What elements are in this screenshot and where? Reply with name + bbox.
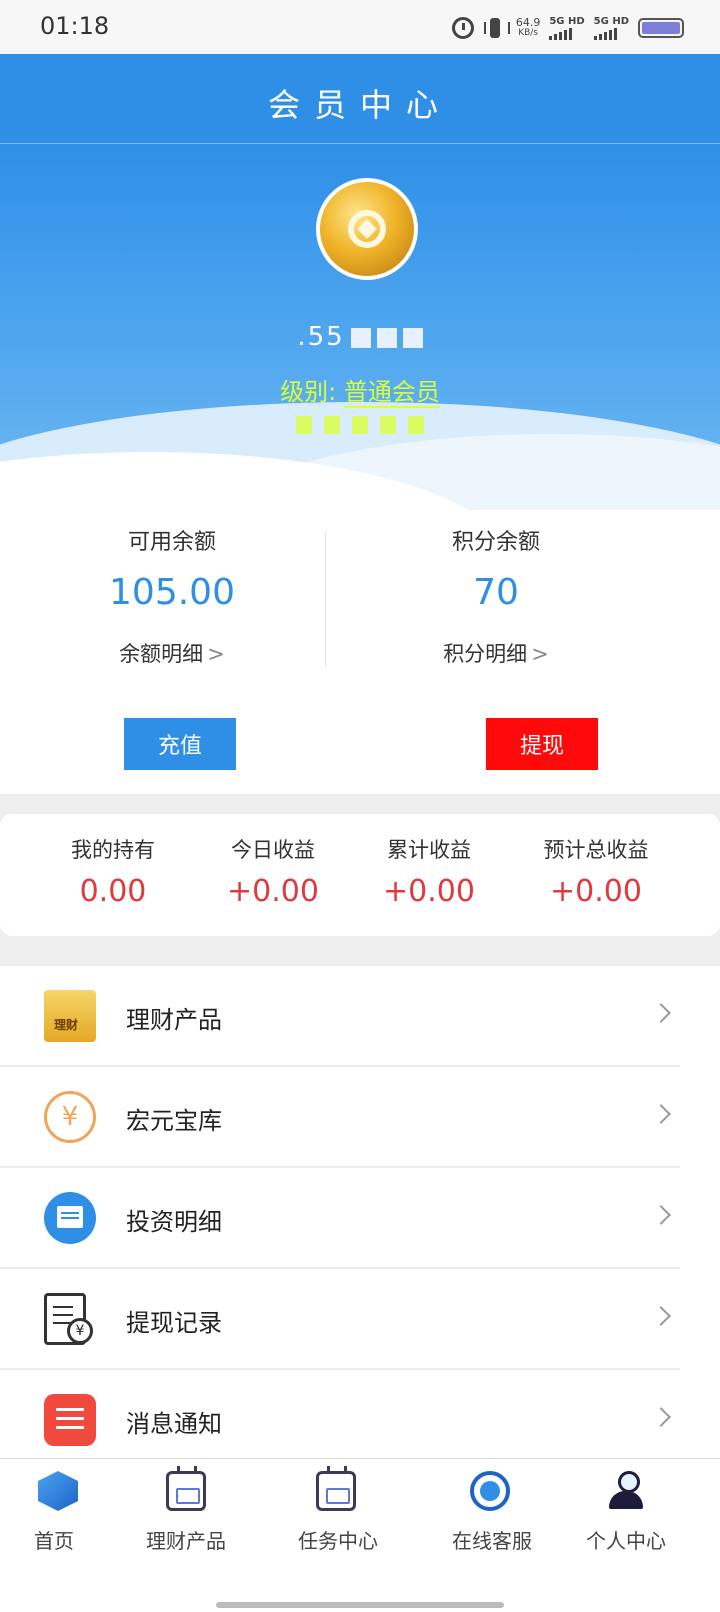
available-balance-value: 105.00 (109, 572, 235, 613)
earnings-value: +0.00 (550, 874, 642, 909)
sim2-label: 5G HD (593, 16, 629, 27)
logo-icon (348, 210, 386, 248)
earnings-value: +0.00 (227, 874, 319, 909)
withdraw-button[interactable]: 提现 (486, 718, 598, 770)
withdraw-record-icon-text: ¥ (67, 1318, 93, 1344)
sim1-signal: 5G HD (549, 16, 585, 40)
earnings-label: 我的持有 (71, 838, 155, 862)
status-icons: 64.9 KB/s 5G HD 5G HD (451, 14, 684, 42)
user-icon (606, 1471, 646, 1511)
menu-item-withdraw-records[interactable]: ¥ 提现记录 (0, 1269, 720, 1370)
points-balance-value: 70 (473, 572, 519, 613)
vibrate-icon (483, 16, 510, 40)
menu-list: 理财 理财产品 ¥ 宏元宝库 投资明细 ¥ 提现记录 消息通知 (0, 966, 720, 1458)
earnings-item-holdings: 我的持有 0.00 (28, 814, 198, 909)
bottom-nav: 首页 理财产品 任务中心 在线客服 个人中心 (0, 1458, 720, 1612)
chevron-right-icon: > (207, 642, 225, 666)
chevron-right-icon (651, 1003, 671, 1023)
redacted-block (350, 327, 371, 348)
earnings-value: 0.00 (79, 874, 147, 909)
menu-item-financial-products[interactable]: 理财 理财产品 (0, 966, 720, 1067)
network-speed-unit: KB/s (518, 28, 538, 38)
nav-item-label: 在线客服 (452, 1529, 532, 1553)
earnings-item-cumulative: 累计收益 +0.00 (344, 814, 514, 909)
member-level: 级别: 普通会员 (0, 372, 720, 408)
chevron-right-icon (651, 1205, 671, 1225)
nav-item-label: 首页 (34, 1529, 74, 1553)
battery-icon (638, 18, 684, 38)
message-list-icon (44, 1394, 96, 1446)
network-speed-value: 64.9 (515, 16, 541, 29)
available-balance-label: 可用余额 (127, 530, 216, 555)
points-detail-label: 积分明细 (443, 642, 528, 666)
username: .55 (0, 322, 720, 352)
piggy-bank-icon-text: 理财 (54, 1018, 79, 1032)
wallet-icon (44, 1192, 96, 1244)
alarm-icon (451, 17, 474, 39)
menu-item-label: 理财产品 (126, 1006, 222, 1034)
menu-item-label: 投资明细 (126, 1208, 222, 1236)
earnings-value: +0.00 (383, 874, 475, 909)
chevron-right-icon (651, 1104, 671, 1124)
earnings-panel: 我的持有 0.00 今日收益 +0.00 累计收益 +0.00 预计总收益 +0… (0, 814, 720, 936)
battery-fill (642, 22, 680, 34)
home-indicator[interactable] (216, 1602, 504, 1608)
points-balance-label: 积分余额 (451, 530, 540, 555)
redacted-block (376, 327, 397, 348)
cube-home-icon (38, 1471, 78, 1511)
sim1-label: 5G HD (549, 16, 585, 27)
calendar-check-icon (316, 1466, 356, 1511)
earnings-item-expected: 预计总收益 +0.00 (506, 814, 686, 909)
nav-item-tasks[interactable]: 任务中心 (288, 1459, 432, 1569)
points-detail-link[interactable]: 积分明细 > (336, 638, 656, 668)
balance-detail-label: 余额明细 (119, 642, 204, 666)
headset-icon (470, 1471, 510, 1511)
earnings-label: 累计收益 (387, 838, 471, 862)
recharge-button[interactable]: 充值 (124, 718, 236, 770)
page-title: 会员中心 (267, 86, 452, 124)
calendar-icon (166, 1466, 206, 1511)
earnings-label: 今日收益 (231, 838, 315, 862)
nav-item-label: 任务中心 (298, 1529, 378, 1553)
chevron-right-icon (651, 1407, 671, 1427)
avatar[interactable] (316, 178, 418, 280)
profile-banner: .55 级别: 普通会员 (0, 144, 720, 510)
nav-item-label: 理财产品 (146, 1529, 226, 1553)
signal-icon (549, 28, 573, 40)
menu-item-label: 消息通知 (126, 1410, 222, 1438)
menu-item-treasury[interactable]: ¥ 宏元宝库 (0, 1067, 720, 1168)
menu-item-label: 提现记录 (126, 1309, 222, 1337)
balance-detail-link[interactable]: 余额明细 > (12, 638, 332, 668)
withdraw-record-icon: ¥ (44, 1293, 93, 1345)
header-bar: 会员中心 (0, 54, 720, 144)
menu-item-investment-details[interactable]: 投资明细 (0, 1168, 720, 1269)
sim2-signal: 5G HD (593, 16, 629, 40)
nav-item-profile[interactable]: 个人中心 (576, 1459, 720, 1569)
menu-item-label: 宏元宝库 (126, 1107, 222, 1135)
redacted-info (296, 416, 424, 434)
piggy-bank-icon: 理财 (44, 990, 96, 1042)
status-time: 01:18 (40, 12, 110, 40)
status-bar: 01:18 64.9 KB/s 5G HD 5G HD (0, 0, 720, 54)
level-value: 普通会员 (343, 378, 440, 408)
username-text: .55 (297, 322, 345, 352)
network-speed: 64.9 KB/s (516, 17, 541, 39)
divider (325, 532, 326, 666)
redacted-block (402, 327, 423, 348)
earnings-label: 预计总收益 (543, 838, 649, 862)
level-label: 级别: (280, 378, 337, 406)
chevron-right-icon (651, 1306, 671, 1326)
menu-item-notifications[interactable]: 消息通知 (0, 1370, 720, 1471)
yen-coin-icon: ¥ (44, 1091, 96, 1143)
balance-panel: 可用余额 105.00 余额明细 > 积分余额 70 积分明细 > 充值 提现 (0, 510, 720, 794)
yen-coin-icon-text: ¥ (61, 1102, 79, 1132)
nav-item-label: 个人中心 (586, 1529, 666, 1553)
chevron-right-icon: > (531, 642, 549, 666)
earnings-item-today: 今日收益 +0.00 (188, 814, 358, 909)
signal-icon (593, 28, 617, 40)
